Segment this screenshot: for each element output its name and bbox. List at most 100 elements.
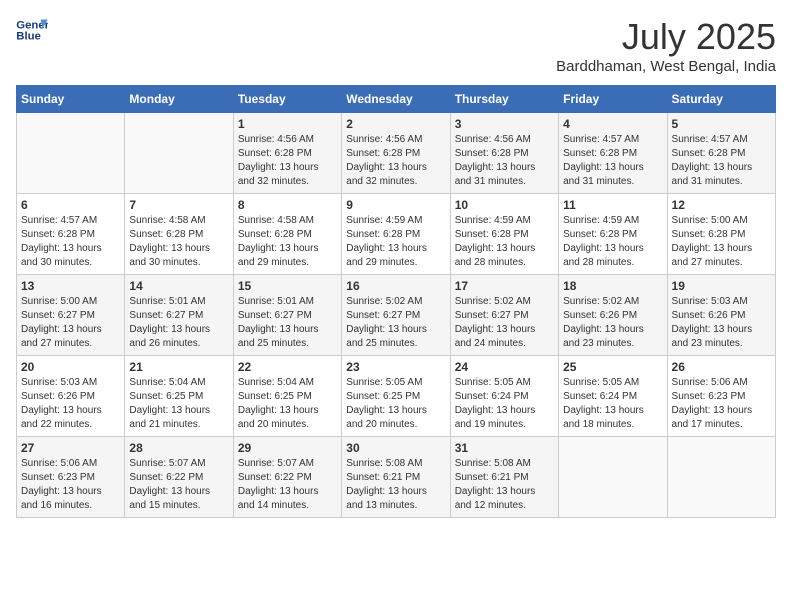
calendar-cell: 19Sunrise: 5:03 AM Sunset: 6:26 PM Dayli… <box>667 275 775 356</box>
day-info: Sunrise: 5:04 AM Sunset: 6:25 PM Dayligh… <box>129 376 228 432</box>
calendar-cell <box>125 113 233 194</box>
calendar-cell: 17 Sunrise: 5:02 AM Sunset: 6:27 PM Dayli… <box>450 275 558 356</box>
day-info: Sunrise: 4:57 AM Sunset: 6:28 PM Dayligh… <box>563 133 662 189</box>
calendar-cell: 29Sunrise: 5:07 AM Sunset: 6:22 PM Dayli… <box>233 437 341 518</box>
day-number: 25 <box>563 360 662 374</box>
calendar-cell: 12 Sunrise: 5:00 AM Sunset: 6:28 PM Dayli… <box>667 194 775 275</box>
weekday-header: Saturday <box>667 86 775 113</box>
weekday-header: Monday <box>125 86 233 113</box>
calendar-cell: 5 Sunrise: 4:57 AM Sunset: 6:28 PM Daylig… <box>667 113 775 194</box>
day-number: 28 <box>129 441 228 455</box>
day-number: 26 <box>672 360 771 374</box>
calendar-cell: 14 Sunrise: 5:01 AM Sunset: 6:27 PM Dayli… <box>125 275 233 356</box>
day-info: Sunrise: 4:58 AM Sunset: 6:28 PM Dayligh… <box>238 214 337 270</box>
calendar-week-row: 20Sunrise: 5:03 AM Sunset: 6:26 PM Dayli… <box>17 356 776 437</box>
day-number: 24 <box>455 360 554 374</box>
day-number: 20 <box>21 360 120 374</box>
calendar-table: SundayMondayTuesdayWednesdayThursdayFrid… <box>16 85 776 518</box>
weekday-header: Sunday <box>17 86 125 113</box>
calendar-cell: 25Sunrise: 5:05 AM Sunset: 6:24 PM Dayli… <box>559 356 667 437</box>
calendar-cell: 21 Sunrise: 5:04 AM Sunset: 6:25 PM Dayli… <box>125 356 233 437</box>
calendar-cell <box>667 437 775 518</box>
calendar-cell: 13Sunrise: 5:00 AM Sunset: 6:27 PM Dayli… <box>17 275 125 356</box>
day-number: 9 <box>346 198 445 212</box>
day-number: 23 <box>346 360 445 374</box>
day-number: 27 <box>21 441 120 455</box>
calendar-cell: 15 Sunrise: 5:01 AM Sunset: 6:27 PM Dayli… <box>233 275 341 356</box>
day-number: 29 <box>238 441 337 455</box>
day-info: Sunrise: 4:59 AM Sunset: 6:28 PM Dayligh… <box>563 214 662 270</box>
day-number: 7 <box>129 198 228 212</box>
weekday-header: Friday <box>559 86 667 113</box>
day-info: Sunrise: 5:02 AM Sunset: 6:26 PM Dayligh… <box>563 295 662 351</box>
calendar-cell: 27 Sunrise: 5:06 AM Sunset: 6:23 PM Dayli… <box>17 437 125 518</box>
day-number: 16 <box>346 279 445 293</box>
day-info: Sunrise: 5:07 AM Sunset: 6:22 PM Dayligh… <box>129 457 228 513</box>
day-number: 12 <box>672 198 771 212</box>
calendar-cell: 28 Sunrise: 5:07 AM Sunset: 6:22 PM Dayli… <box>125 437 233 518</box>
day-info: Sunrise: 4:57 AM Sunset: 6:28 PM Dayligh… <box>672 133 771 189</box>
day-info: Sunrise: 5:05 AM Sunset: 6:24 PM Dayligh… <box>455 376 554 432</box>
month-year: July 2025 <box>556 16 776 58</box>
calendar-cell: 7 Sunrise: 4:58 AM Sunset: 6:28 PM Daylig… <box>125 194 233 275</box>
calendar-cell: 1Sunrise: 4:56 AM Sunset: 6:28 PM Daylig… <box>233 113 341 194</box>
day-info: Sunrise: 5:02 AM Sunset: 6:27 PM Dayligh… <box>455 295 554 351</box>
day-info: Sunrise: 5:08 AM Sunset: 6:21 PM Dayligh… <box>455 457 554 513</box>
logo-icon: General Blue <box>16 16 48 44</box>
day-number: 2 <box>346 117 445 131</box>
day-info: Sunrise: 4:57 AM Sunset: 6:28 PM Dayligh… <box>21 214 120 270</box>
day-number: 21 <box>129 360 228 374</box>
day-info: Sunrise: 4:56 AM Sunset: 6:28 PM Dayligh… <box>455 133 554 189</box>
calendar-cell <box>559 437 667 518</box>
day-info: Sunrise: 5:02 AM Sunset: 6:27 PM Dayligh… <box>346 295 445 351</box>
weekday-header: Tuesday <box>233 86 341 113</box>
day-info: Sunrise: 5:01 AM Sunset: 6:27 PM Dayligh… <box>129 295 228 351</box>
calendar-cell: 11 Sunrise: 4:59 AM Sunset: 6:28 PM Dayli… <box>559 194 667 275</box>
day-number: 1 <box>238 117 337 131</box>
day-number: 11 <box>563 198 662 212</box>
location: Barddhaman, West Bengal, India <box>556 58 776 75</box>
calendar-cell: 24 Sunrise: 5:05 AM Sunset: 6:24 PM Dayli… <box>450 356 558 437</box>
calendar-cell: 10 Sunrise: 4:59 AM Sunset: 6:28 PM Dayli… <box>450 194 558 275</box>
day-info: Sunrise: 4:56 AM Sunset: 6:28 PM Dayligh… <box>346 133 445 189</box>
day-info: Sunrise: 5:05 AM Sunset: 6:25 PM Dayligh… <box>346 376 445 432</box>
day-info: Sunrise: 4:59 AM Sunset: 6:28 PM Dayligh… <box>346 214 445 270</box>
calendar-cell: 2 Sunrise: 4:56 AM Sunset: 6:28 PM Daylig… <box>342 113 450 194</box>
calendar-cell: 26Sunrise: 5:06 AM Sunset: 6:23 PM Dayli… <box>667 356 775 437</box>
day-number: 5 <box>672 117 771 131</box>
day-number: 14 <box>129 279 228 293</box>
day-number: 19 <box>672 279 771 293</box>
day-info: Sunrise: 5:08 AM Sunset: 6:21 PM Dayligh… <box>346 457 445 513</box>
day-info: Sunrise: 5:00 AM Sunset: 6:28 PM Dayligh… <box>672 214 771 270</box>
calendar-week-row: 6 Sunrise: 4:57 AM Sunset: 6:28 PM Daylig… <box>17 194 776 275</box>
logo: General Blue General Blue <box>16 16 48 44</box>
day-info: Sunrise: 4:59 AM Sunset: 6:28 PM Dayligh… <box>455 214 554 270</box>
day-number: 31 <box>455 441 554 455</box>
calendar-cell: 9 Sunrise: 4:59 AM Sunset: 6:28 PM Daylig… <box>342 194 450 275</box>
day-number: 22 <box>238 360 337 374</box>
calendar-cell: 16 Sunrise: 5:02 AM Sunset: 6:27 PM Dayli… <box>342 275 450 356</box>
day-info: Sunrise: 5:01 AM Sunset: 6:27 PM Dayligh… <box>238 295 337 351</box>
day-number: 8 <box>238 198 337 212</box>
day-number: 30 <box>346 441 445 455</box>
day-number: 4 <box>563 117 662 131</box>
calendar-week-row: 1 Sunrise: 4:56 AM Sunset: 6:28 PM Daylig… <box>17 113 776 194</box>
day-info: Sunrise: 4:58 AM Sunset: 6:28 PM Dayligh… <box>129 214 228 270</box>
calendar-cell: 22Sunrise: 5:04 AM Sunset: 6:25 PM Dayli… <box>233 356 341 437</box>
calendar-cell: 18Sunrise: 5:02 AM Sunset: 6:26 PM Dayli… <box>559 275 667 356</box>
calendar-cell: 3Sunrise: 4:56 AM Sunset: 6:28 PM Daylig… <box>450 113 558 194</box>
svg-text:Blue: Blue <box>16 31 41 43</box>
day-info: Sunrise: 5:06 AM Sunset: 6:23 PM Dayligh… <box>21 457 120 513</box>
calendar-cell: 31 Sunrise: 5:08 AM Sunset: 6:21 PM Dayli… <box>450 437 558 518</box>
day-number: 6 <box>21 198 120 212</box>
calendar-cell: 8 Sunrise: 4:58 AM Sunset: 6:28 PM Daylig… <box>233 194 341 275</box>
day-number: 10 <box>455 198 554 212</box>
day-number: 15 <box>238 279 337 293</box>
page-header: General Blue General Blue July 2025 Bard… <box>16 16 776 75</box>
title-block: July 2025 Barddhaman, West Bengal, India <box>556 16 776 75</box>
calendar-cell <box>17 113 125 194</box>
weekday-header: Wednesday <box>342 86 450 113</box>
day-number: 17 <box>455 279 554 293</box>
calendar-week-row: 13Sunrise: 5:00 AM Sunset: 6:27 PM Dayli… <box>17 275 776 356</box>
calendar-cell: 20Sunrise: 5:03 AM Sunset: 6:26 PM Dayli… <box>17 356 125 437</box>
